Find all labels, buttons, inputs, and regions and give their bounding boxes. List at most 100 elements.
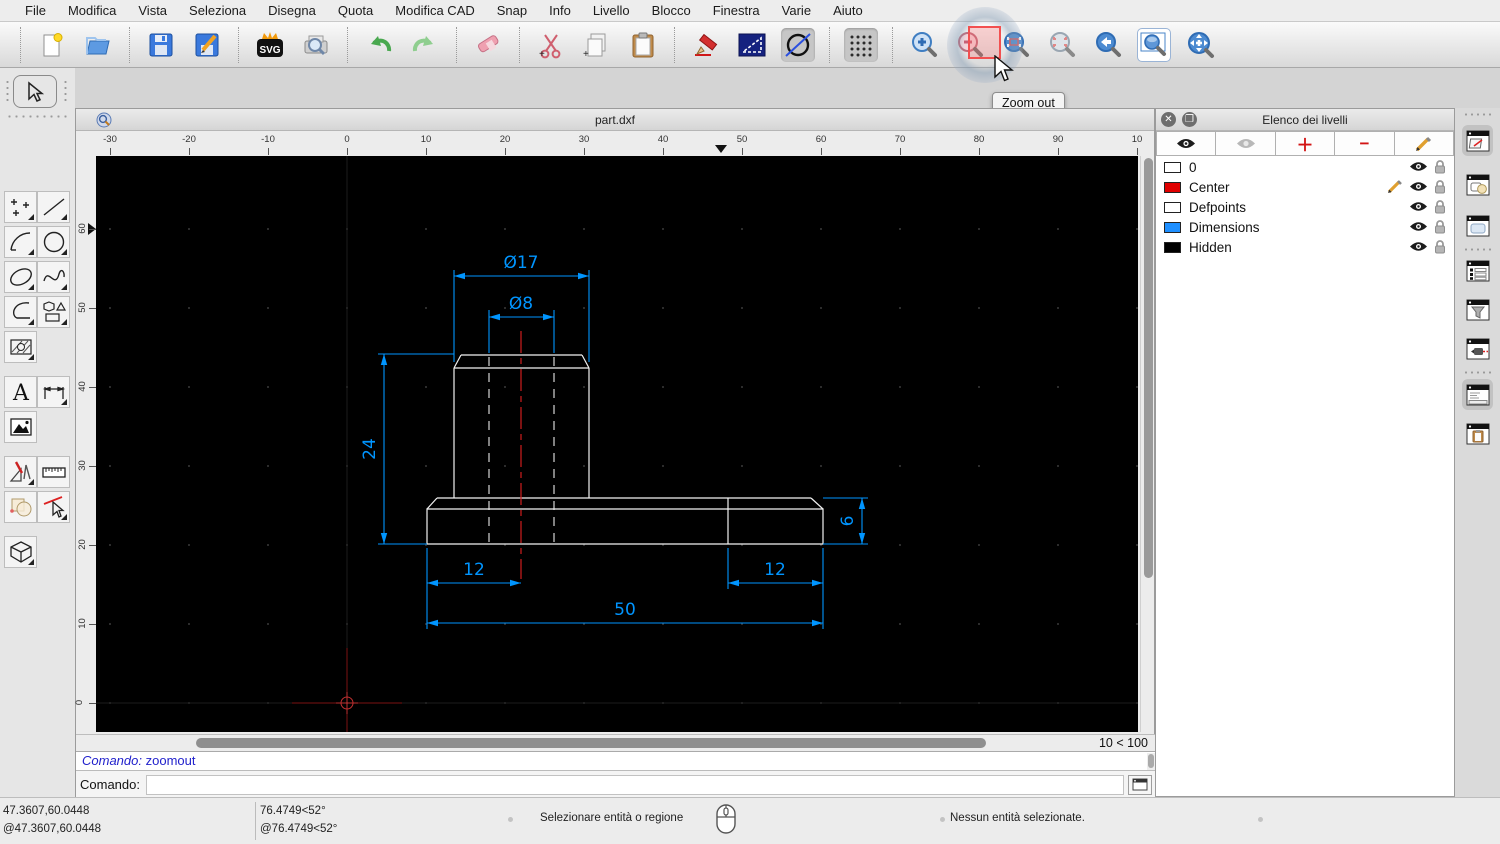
freehand-draw-button[interactable] [689,28,723,62]
paste-button[interactable] [626,28,660,62]
zoom-out-button[interactable] [953,28,987,62]
circle-tools-button[interactable] [37,226,70,258]
menu-varie[interactable]: Varie [771,3,822,18]
zoom-window-button[interactable] [1137,28,1171,62]
zoom-previous-button[interactable] [1091,28,1125,62]
history-scrollbar-thumb[interactable] [1148,754,1154,768]
polyline-tools-button[interactable] [4,296,37,328]
panel-undock-button[interactable]: ❐ [1182,112,1197,127]
save-as-button[interactable] [190,28,224,62]
document-titlebar[interactable]: part.dxf [76,109,1154,131]
remove-layer-button[interactable]: − [1335,131,1394,156]
hide-all-layers-button[interactable] [1216,131,1275,156]
grid-toggle-button[interactable] [844,28,878,62]
zoom-in-button[interactable] [907,28,941,62]
delete-button[interactable] [471,28,505,62]
show-all-layers-button[interactable] [1156,131,1216,156]
menu-quota[interactable]: Quota [327,3,384,18]
layer-visible-icon[interactable] [1409,220,1428,233]
layer-lock-icon[interactable] [1434,199,1446,214]
command-dock-button[interactable] [1128,775,1152,795]
menu-info[interactable]: Info [538,3,582,18]
layer-visible-icon[interactable] [1409,240,1428,253]
menu-aiuto[interactable]: Aiuto [822,3,874,18]
layer-lock-icon[interactable] [1434,159,1446,174]
text-tools-button[interactable]: A [4,376,37,408]
layer-visible-icon[interactable] [1409,160,1428,173]
menu-blocco[interactable]: Blocco [641,3,702,18]
zoom-selection-button[interactable] [1045,28,1079,62]
menu-livello[interactable]: Livello [582,3,641,18]
menu-finestra[interactable]: Finestra [702,3,771,18]
menu-disegna[interactable]: Disegna [257,3,327,18]
new-file-button[interactable] [35,28,69,62]
menu-file[interactable]: File [14,3,57,18]
image-tools-button[interactable] [4,411,37,443]
menu-seleziona[interactable]: Seleziona [178,3,257,18]
layer-row-dimensions[interactable]: Dimensions [1156,217,1454,237]
horizontal-scrollbar-thumb[interactable] [196,738,986,748]
selection-tool-button[interactable] [13,75,57,108]
command-input[interactable] [146,775,1124,795]
layer-visible-icon[interactable] [1409,180,1428,193]
layer-row-defpoints[interactable]: Defpoints [1156,197,1454,217]
dock-blocks-button[interactable] [1462,169,1493,200]
trim-tools-button[interactable] [37,491,70,523]
line-tools-button[interactable] [37,191,70,223]
layers-panel-title: Elenco dei livelli [1262,113,1347,127]
menu-modifica[interactable]: Modifica [57,3,127,18]
point-tools-button[interactable] [4,191,37,223]
menu-snap[interactable]: Snap [486,3,538,18]
shape-tools-button[interactable] [37,296,70,328]
measure-tools-button[interactable] [37,456,70,488]
open-file-button[interactable] [81,28,115,62]
add-layer-button[interactable]: ＋ [1276,131,1335,156]
modify-tools-button[interactable] [4,491,37,523]
spline-tools-button[interactable] [37,261,70,293]
dock-clipboard-button[interactable] [1462,418,1493,449]
restrict-ortho-button[interactable] [735,28,769,62]
history-scrollbar[interactable] [1147,753,1155,770]
dock-command-line-button[interactable] [1462,379,1493,410]
layer-row-hidden[interactable]: Hidden [1156,237,1454,257]
panel-close-button[interactable]: ✕ [1161,112,1176,127]
edit-layer-button[interactable] [1395,131,1454,156]
vruler-label: 40 [77,381,88,392]
redo-button[interactable] [408,28,442,62]
dock-snap-button[interactable] [1462,333,1493,364]
layer-row-0[interactable]: 0 [1156,157,1454,177]
command-input-row: Comando: [76,770,1156,798]
isometric-projection-button[interactable] [781,28,815,62]
dock-layers-button[interactable] [1462,125,1493,156]
save-button[interactable] [144,28,178,62]
arc-tools-button[interactable] [4,226,37,258]
zoom-pan-button[interactable] [1183,28,1217,62]
cut-button[interactable]: + [534,28,568,62]
undo-button[interactable] [362,28,396,62]
ellipse-tools-button[interactable] [4,261,37,293]
toolbar-separator [674,27,675,63]
svg-text:A: A [12,381,30,405]
solid-tools-button[interactable] [4,536,37,568]
zoom-auto-button[interactable] [999,28,1033,62]
vertical-scrollbar[interactable] [1140,156,1154,732]
dock-layer-list-button[interactable] [1462,255,1493,286]
drawing-canvas[interactable]: Ø17 Ø8 24 6 12 12 50 [96,156,1138,732]
menu-modifica-cad[interactable]: Modifica CAD [384,3,485,18]
layer-lock-icon[interactable] [1434,219,1446,234]
horizontal-scrollbar[interactable]: 10 < 100 [76,734,1156,751]
print-preview-button[interactable] [299,28,333,62]
svg-export-button[interactable]: SVG [253,28,287,62]
dock-properties-button[interactable] [1462,210,1493,241]
layer-visible-icon[interactable] [1409,200,1428,213]
layer-lock-icon[interactable] [1434,239,1446,254]
drafting-tools-button[interactable] [4,456,37,488]
dimension-tools-button[interactable] [37,376,70,408]
hatch-tools-button[interactable] [4,331,37,363]
layer-lock-icon[interactable] [1434,179,1446,194]
layer-row-center[interactable]: Center [1156,177,1454,197]
menu-vista[interactable]: Vista [127,3,178,18]
copy-button[interactable]: + [580,28,614,62]
dock-selection-filter-button[interactable] [1462,294,1493,325]
vertical-scrollbar-thumb[interactable] [1144,158,1153,578]
